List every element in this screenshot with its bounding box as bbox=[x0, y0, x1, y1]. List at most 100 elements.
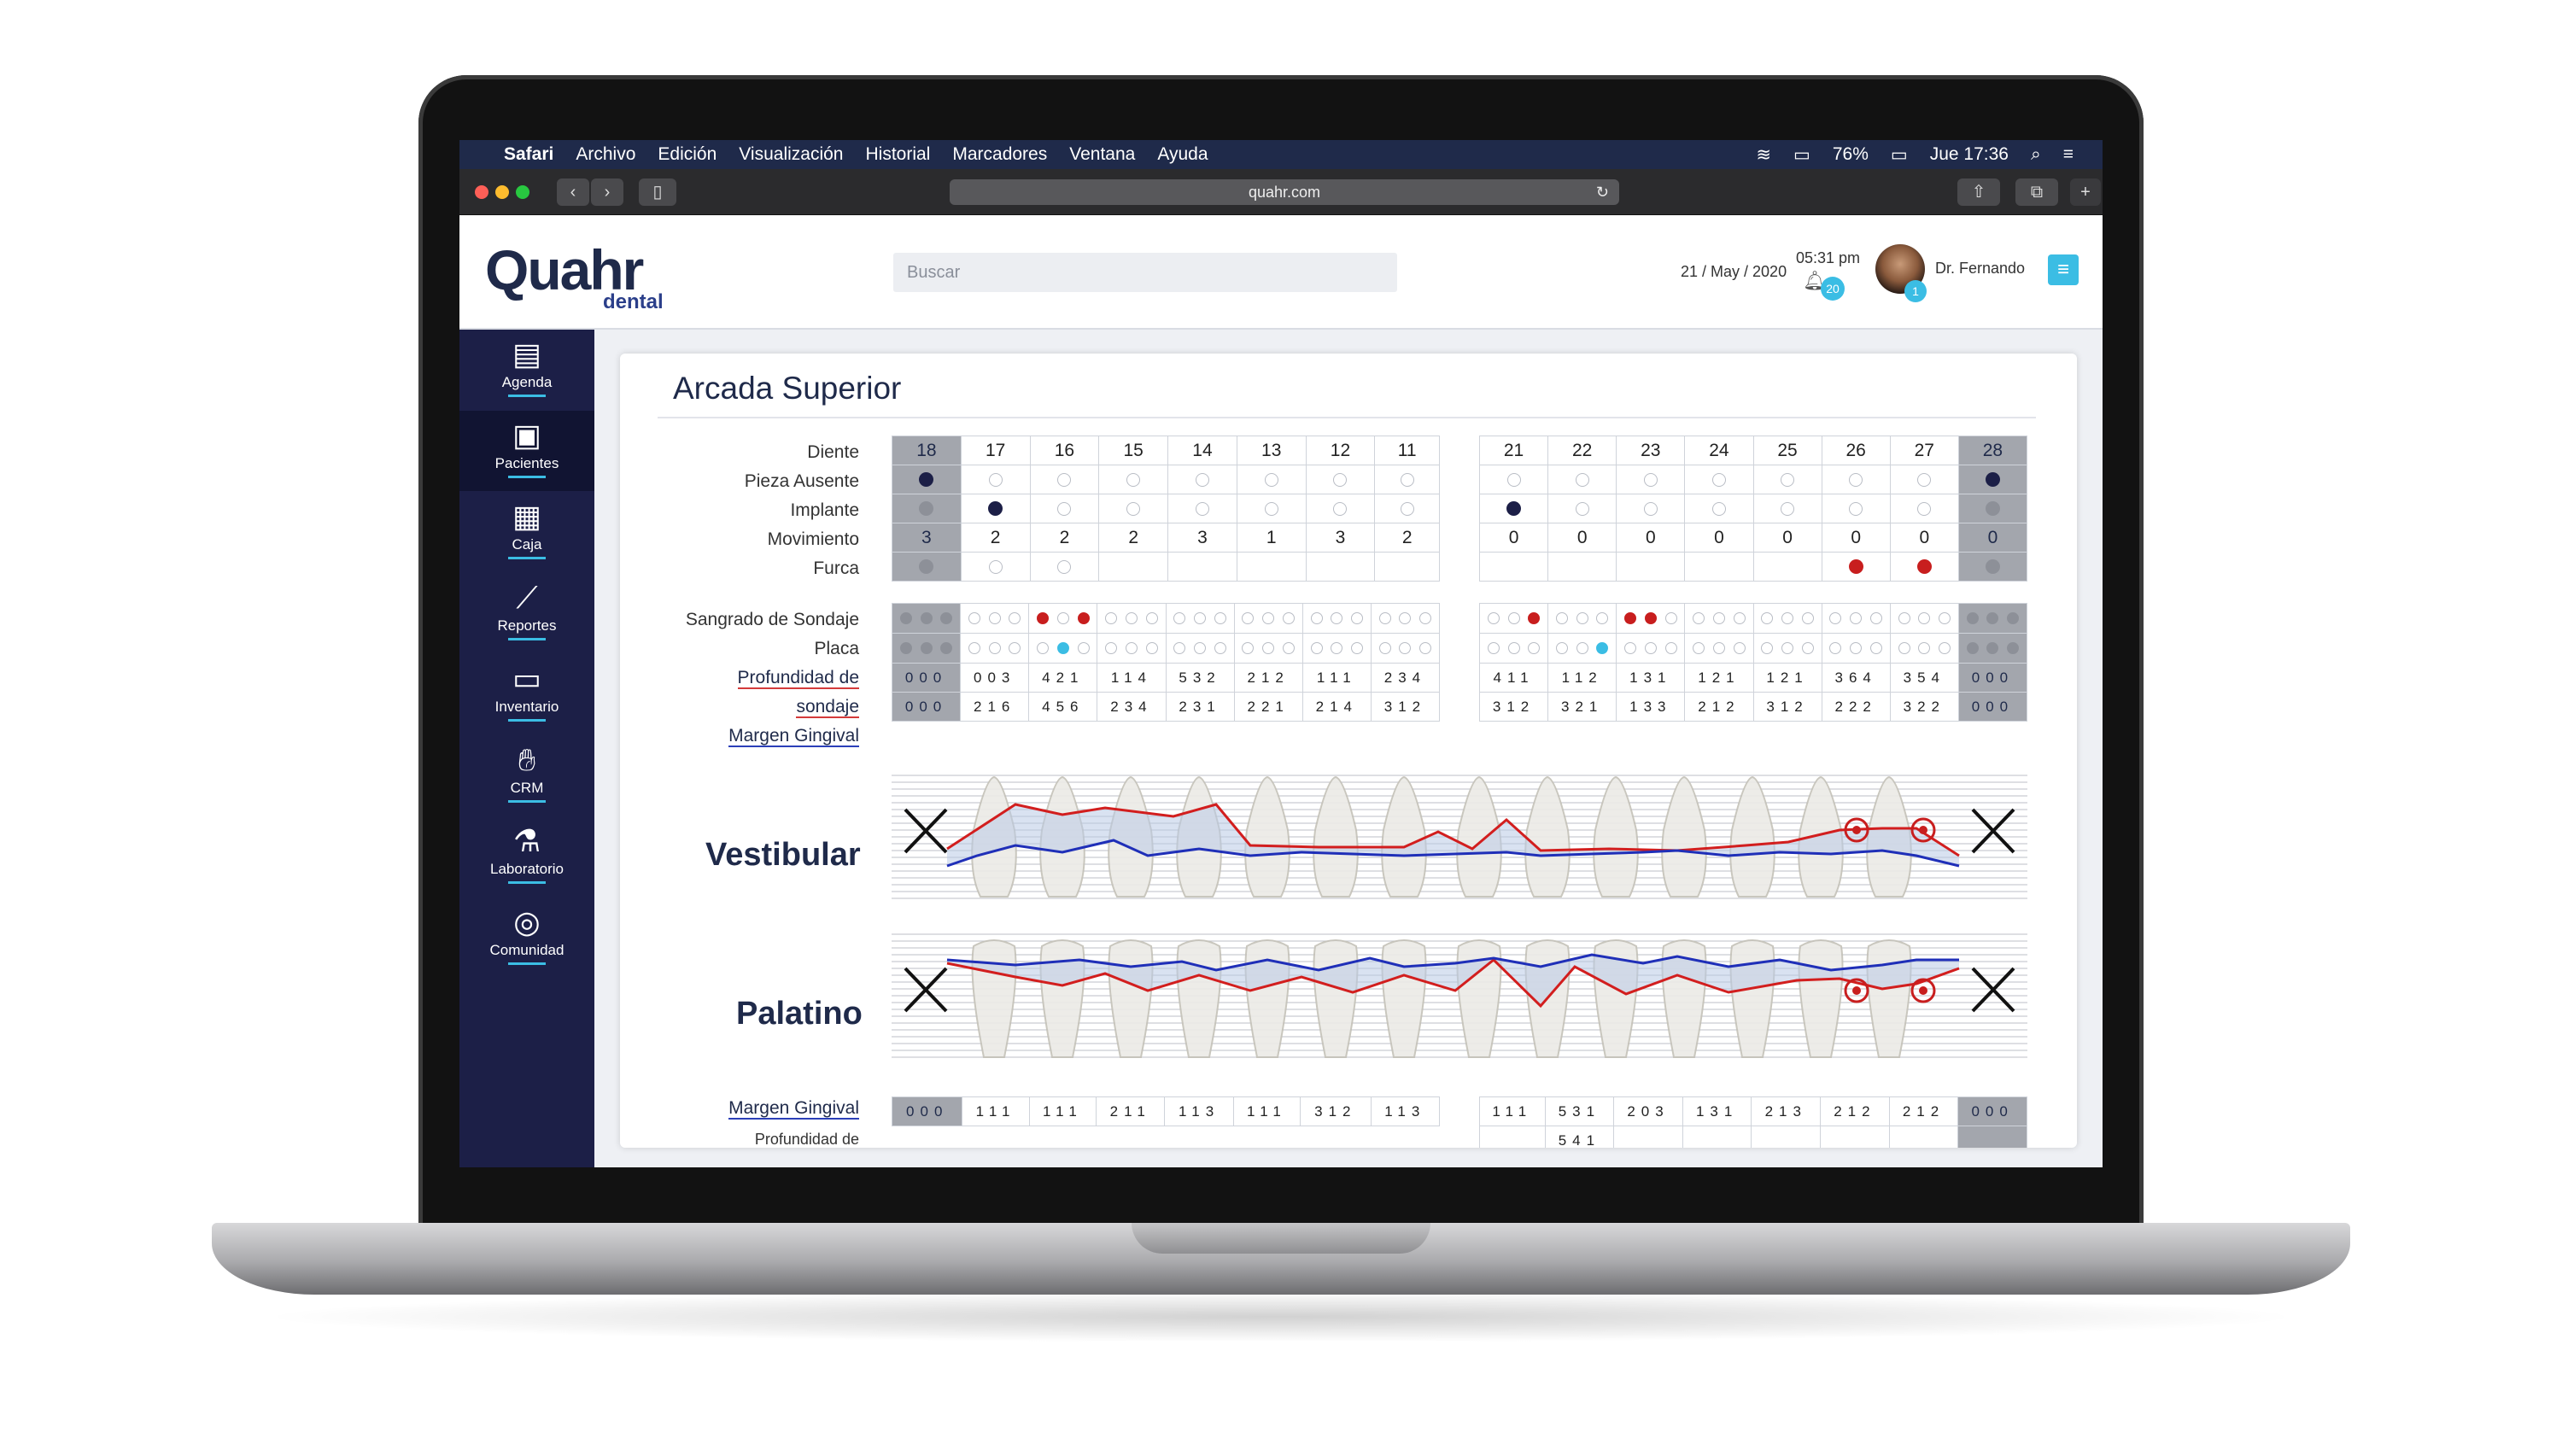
depth-cell[interactable]: 000 bbox=[891, 663, 962, 693]
margin-cell[interactable]: 113 bbox=[1370, 1096, 1441, 1126]
depth-cell[interactable]: 000 bbox=[1957, 692, 2028, 722]
movimiento-cell[interactable]: 2 bbox=[1029, 523, 1100, 553]
implante-cell[interactable] bbox=[892, 494, 962, 523]
depth-cell[interactable]: 541 bbox=[1544, 1126, 1615, 1148]
wifi-icon[interactable]: ≋ bbox=[1756, 144, 1771, 166]
sangrado-cell[interactable] bbox=[1889, 603, 1959, 634]
sidebar-item-crm[interactable]: ✋︎ CRM bbox=[459, 735, 594, 816]
furca-cell[interactable] bbox=[1374, 552, 1440, 582]
menu-app[interactable]: Safari bbox=[504, 144, 553, 165]
tooth-number[interactable]: 17 bbox=[960, 436, 1031, 465]
margin-cell[interactable]: 111 bbox=[1479, 1096, 1546, 1126]
depth-cell[interactable] bbox=[1613, 1126, 1683, 1148]
furca-cell[interactable] bbox=[1957, 552, 2028, 582]
depth-link[interactable]: Profundidad de bbox=[654, 668, 859, 689]
placa-cell[interactable] bbox=[1889, 633, 1959, 664]
implante-cell[interactable] bbox=[1374, 494, 1440, 523]
implante-cell[interactable] bbox=[1547, 494, 1617, 523]
depth-cell[interactable]: 000 bbox=[891, 692, 962, 722]
sangrado-cell[interactable] bbox=[1684, 603, 1754, 634]
tooth-number[interactable]: 22 bbox=[1547, 436, 1617, 465]
placa-cell[interactable] bbox=[960, 633, 1030, 664]
movimiento-cell[interactable]: 0 bbox=[1547, 523, 1617, 553]
tooth-number[interactable]: 18 bbox=[892, 436, 962, 465]
depth-cell[interactable]: 322 bbox=[1889, 692, 1959, 722]
tooth-number[interactable]: 13 bbox=[1236, 436, 1307, 465]
tooth-number[interactable]: 25 bbox=[1752, 436, 1822, 465]
implante-cell[interactable] bbox=[1684, 494, 1754, 523]
margin-cell[interactable]: 531 bbox=[1544, 1096, 1615, 1126]
ausente-cell[interactable] bbox=[1374, 465, 1440, 494]
tabs-button[interactable]: ⧉ bbox=[2015, 178, 2058, 206]
implante-cell[interactable] bbox=[1478, 494, 1549, 523]
ausente-cell[interactable] bbox=[1684, 465, 1754, 494]
sidebar-item-agenda[interactable]: ▤ Agenda bbox=[459, 330, 594, 410]
tooth-number[interactable]: 26 bbox=[1821, 436, 1891, 465]
sangrado-cell[interactable] bbox=[1165, 603, 1235, 634]
margin-link-bottom[interactable]: Margen Gingival bbox=[654, 1098, 859, 1120]
ausente-cell[interactable] bbox=[1167, 465, 1237, 494]
tooth-number[interactable]: 27 bbox=[1889, 436, 1959, 465]
sidebar-item-reportes[interactable]: ⟋ Reportes bbox=[459, 573, 594, 653]
placa-cell[interactable] bbox=[1957, 633, 2028, 664]
quahr-logo[interactable]: Quahr dental bbox=[485, 237, 664, 313]
margin-cell[interactable]: 111 bbox=[1232, 1096, 1301, 1126]
depth-cell[interactable]: 112 bbox=[1547, 663, 1617, 693]
depth-cell[interactable]: 121 bbox=[1684, 663, 1754, 693]
tooth-number[interactable]: 11 bbox=[1374, 436, 1440, 465]
depth-cell[interactable]: 221 bbox=[1233, 692, 1303, 722]
menu-item[interactable]: Archivo bbox=[576, 144, 635, 165]
furca-cell[interactable] bbox=[1098, 552, 1169, 582]
close-window-button[interactable] bbox=[475, 185, 488, 199]
sangrado-cell[interactable] bbox=[1752, 603, 1822, 634]
ausente-cell[interactable] bbox=[1821, 465, 1891, 494]
movimiento-cell[interactable]: 2 bbox=[960, 523, 1031, 553]
menu-item[interactable]: Edición bbox=[658, 144, 717, 165]
search-input[interactable]: Buscar bbox=[893, 253, 1397, 292]
implante-cell[interactable] bbox=[1167, 494, 1237, 523]
sangrado-cell[interactable] bbox=[1301, 603, 1372, 634]
sidebar-item-laboratorio[interactable]: ⚗︎ Laboratorio bbox=[459, 816, 594, 897]
implante-cell[interactable] bbox=[1821, 494, 1891, 523]
depth-cell[interactable]: 532 bbox=[1165, 663, 1235, 693]
placa-cell[interactable] bbox=[1301, 633, 1372, 664]
placa-cell[interactable] bbox=[1028, 633, 1098, 664]
ausente-cell[interactable] bbox=[1305, 465, 1376, 494]
depth-cell[interactable]: 133 bbox=[1616, 692, 1686, 722]
ausente-cell[interactable] bbox=[1098, 465, 1169, 494]
furca-cell[interactable] bbox=[1821, 552, 1891, 582]
sangrado-cell[interactable] bbox=[1616, 603, 1686, 634]
margin-cell[interactable]: 111 bbox=[962, 1096, 1030, 1126]
depth-cell[interactable]: 231 bbox=[1165, 692, 1235, 722]
notification-badge[interactable]: 20 bbox=[1821, 277, 1845, 301]
depth-cell[interactable]: 222 bbox=[1821, 692, 1891, 722]
placa-cell[interactable] bbox=[1097, 633, 1167, 664]
placa-cell[interactable] bbox=[1616, 633, 1686, 664]
depth-cell[interactable]: 216 bbox=[960, 692, 1030, 722]
battery-icon[interactable]: ▭ bbox=[1891, 144, 1908, 166]
movimiento-cell[interactable]: 0 bbox=[1821, 523, 1891, 553]
reload-icon[interactable]: ↻ bbox=[1596, 179, 1609, 205]
depth-cell[interactable]: 421 bbox=[1028, 663, 1098, 693]
menu-item[interactable]: Historial bbox=[865, 144, 930, 165]
implante-cell[interactable] bbox=[1957, 494, 2028, 523]
depth-cell[interactable]: 411 bbox=[1478, 663, 1549, 693]
tooth-number[interactable]: 12 bbox=[1305, 436, 1376, 465]
share-button[interactable]: ⇧ bbox=[1957, 178, 2000, 206]
placa-cell[interactable] bbox=[1370, 633, 1441, 664]
depth-cell[interactable] bbox=[1957, 1126, 2027, 1148]
movimiento-cell[interactable]: 0 bbox=[1616, 523, 1686, 553]
sangrado-cell[interactable] bbox=[1957, 603, 2028, 634]
menu-item[interactable]: Ayuda bbox=[1157, 144, 1208, 165]
tooth-number[interactable]: 14 bbox=[1167, 436, 1237, 465]
sidebar-item-caja[interactable]: ▦ Caja bbox=[459, 492, 594, 572]
list-icon[interactable]: ≡ bbox=[2063, 144, 2074, 165]
placa-cell[interactable] bbox=[1684, 633, 1754, 664]
implante-cell[interactable] bbox=[1305, 494, 1376, 523]
furca-cell[interactable] bbox=[892, 552, 962, 582]
depth-cell[interactable]: 312 bbox=[1370, 692, 1441, 722]
sangrado-cell[interactable] bbox=[960, 603, 1030, 634]
depth-cell[interactable]: 114 bbox=[1097, 663, 1167, 693]
margin-cell[interactable]: 111 bbox=[1028, 1096, 1097, 1126]
menu-item[interactable]: Marcadores bbox=[952, 144, 1047, 165]
